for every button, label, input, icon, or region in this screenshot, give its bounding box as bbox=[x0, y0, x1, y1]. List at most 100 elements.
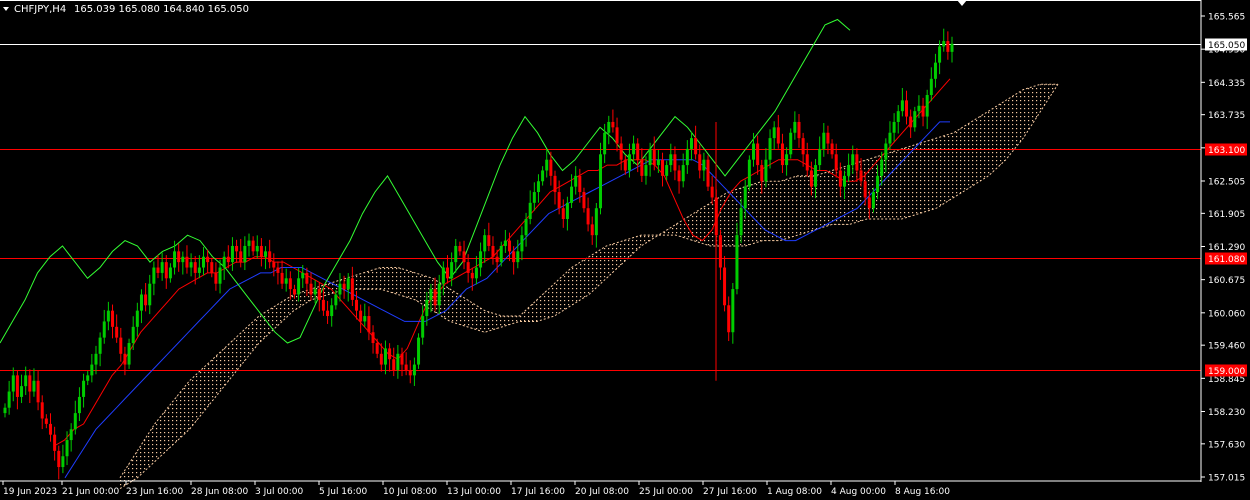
candle-body bbox=[156, 267, 160, 273]
candle-body bbox=[499, 245, 503, 263]
candle-body bbox=[735, 235, 739, 290]
candle-body bbox=[929, 78, 933, 95]
candle-body bbox=[40, 402, 44, 419]
candle-body bbox=[747, 159, 751, 187]
candle-body bbox=[760, 165, 764, 182]
candle-body bbox=[524, 219, 528, 236]
candle-body bbox=[867, 197, 871, 209]
candle-body bbox=[139, 294, 143, 311]
candle-body bbox=[797, 121, 801, 139]
candle-body bbox=[334, 294, 338, 306]
candles bbox=[3, 28, 954, 480]
candle-body bbox=[814, 165, 818, 187]
y-tick-label: 165.565 bbox=[1208, 13, 1245, 23]
candle-body bbox=[321, 299, 325, 311]
candle-body bbox=[466, 262, 470, 273]
candle-body bbox=[611, 121, 615, 128]
candle-body bbox=[470, 272, 474, 279]
candle-body bbox=[326, 310, 330, 317]
candle-body bbox=[731, 289, 735, 333]
candle-body bbox=[685, 148, 689, 166]
candle-body bbox=[479, 251, 483, 268]
y-tick-label: 162.505 bbox=[1208, 177, 1245, 187]
candle-body bbox=[462, 251, 466, 263]
candle-body bbox=[82, 380, 86, 397]
level-tag-0: 165.050 bbox=[1208, 41, 1245, 51]
candle-body bbox=[148, 283, 152, 306]
indicator-lines bbox=[0, 18, 951, 479]
candle-body bbox=[264, 251, 268, 257]
candle-body bbox=[512, 251, 516, 263]
candle-body bbox=[247, 240, 251, 246]
candle-body bbox=[847, 165, 851, 176]
candle-body bbox=[73, 413, 77, 430]
candle-body bbox=[586, 208, 590, 225]
x-tick-label: 4 Aug 00:00 bbox=[831, 487, 886, 497]
candle-body bbox=[408, 369, 412, 376]
price-chart[interactable]: 165.565164.950164.335163.735163.120162.5… bbox=[0, 0, 1250, 500]
candle-body bbox=[574, 175, 578, 187]
candle-body bbox=[57, 450, 61, 468]
candle-body bbox=[661, 159, 665, 176]
candle-body bbox=[772, 127, 776, 139]
x-tick-label: 1 Aug 08:00 bbox=[767, 487, 822, 497]
candle-body bbox=[36, 380, 40, 403]
candle-body bbox=[268, 251, 272, 263]
candle-body bbox=[3, 407, 7, 414]
level-tag-2: 161.080 bbox=[1208, 255, 1245, 265]
candle-body bbox=[830, 143, 834, 155]
level-tag-3: 159.000 bbox=[1208, 367, 1245, 377]
candle-body bbox=[392, 359, 396, 370]
x-tick-label: 10 Jul 08:00 bbox=[383, 487, 437, 497]
candle-body bbox=[119, 337, 123, 354]
candle-body bbox=[425, 299, 429, 317]
y-tick-label: 159.460 bbox=[1208, 342, 1245, 352]
candle-body bbox=[880, 159, 884, 176]
candle-body bbox=[214, 272, 218, 284]
candle-body bbox=[917, 105, 921, 112]
candle-body bbox=[94, 353, 98, 365]
candle-body bbox=[77, 396, 81, 414]
candle-body bbox=[776, 127, 780, 144]
y-tick-label: 157.630 bbox=[1208, 440, 1245, 450]
candle-body bbox=[400, 353, 404, 365]
candle-body bbox=[309, 283, 313, 295]
candle-body bbox=[276, 267, 280, 273]
candle-body bbox=[785, 154, 789, 166]
candle-body bbox=[743, 186, 747, 209]
x-tick-label: 17 Jul 16:00 bbox=[511, 487, 565, 497]
candle-body bbox=[421, 316, 425, 338]
candle-body bbox=[834, 154, 838, 171]
candle-body bbox=[396, 353, 400, 370]
candle-body bbox=[15, 375, 19, 397]
x-tick-label: 5 Jul 16:00 bbox=[319, 487, 368, 497]
y-tick-label: 157.015 bbox=[1208, 474, 1245, 484]
scroll-marker-icon[interactable] bbox=[957, 0, 967, 6]
candle-body bbox=[44, 418, 48, 424]
candle-body bbox=[173, 251, 177, 268]
x-tick-label: 3 Jul 00:00 bbox=[255, 487, 304, 497]
candle-body bbox=[570, 186, 574, 203]
candle-body bbox=[632, 143, 636, 155]
x-tick-label: 19 Jun 2023 bbox=[3, 487, 57, 497]
candle-body bbox=[921, 105, 925, 117]
candle-body bbox=[805, 154, 809, 171]
candle-body bbox=[102, 321, 106, 338]
candle-body bbox=[549, 159, 553, 176]
candle-body bbox=[11, 375, 15, 392]
candle-body bbox=[681, 165, 685, 182]
candle-body bbox=[168, 267, 172, 279]
candle-body bbox=[404, 364, 408, 370]
candle-body bbox=[28, 375, 32, 392]
candle-body bbox=[603, 132, 607, 155]
candle-body bbox=[226, 256, 230, 263]
candle-body bbox=[437, 283, 441, 306]
candle-body bbox=[900, 100, 904, 112]
candle-body bbox=[516, 251, 520, 263]
x-tick-label: 21 Jun 00:00 bbox=[62, 487, 119, 497]
candle-body bbox=[210, 262, 214, 273]
y-tick-label: 164.335 bbox=[1208, 79, 1245, 89]
dropdown-triangle-icon[interactable] bbox=[3, 7, 9, 11]
candle-body bbox=[553, 175, 557, 193]
candle-body bbox=[752, 143, 756, 160]
